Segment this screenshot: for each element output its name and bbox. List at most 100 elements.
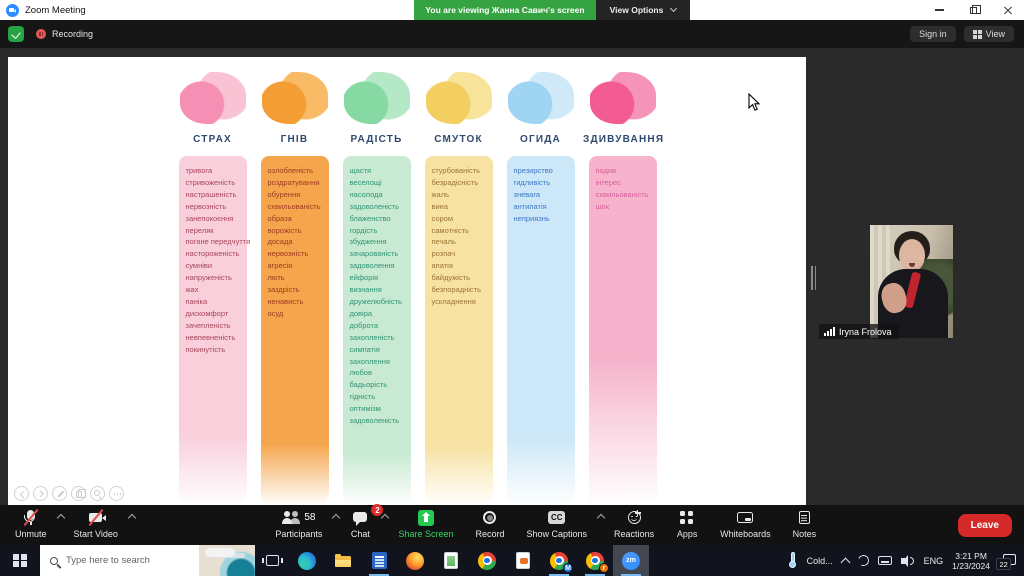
view-label: View <box>986 29 1005 39</box>
weather-label[interactable]: Cold... <box>807 556 833 566</box>
taskbar-chrome[interactable] <box>469 545 505 576</box>
start-video-button[interactable]: Start Video <box>63 505 134 545</box>
share-screen-icon <box>415 509 437 526</box>
whiteboards-button[interactable]: Whiteboards <box>709 505 782 545</box>
task-view-button[interactable] <box>255 545 289 576</box>
emotion-word: подив <box>596 165 657 177</box>
emotion-word: щастя <box>350 165 411 177</box>
leave-button[interactable]: Leave <box>958 514 1012 537</box>
language-indicator[interactable]: ENG <box>924 556 944 566</box>
show-captions-button[interactable]: CC Show Captions <box>516 505 604 545</box>
emotion-word: гидливість <box>514 177 575 189</box>
taskbar-chrome-profile-m[interactable]: M <box>541 545 577 576</box>
emotion-word: ненависть <box>268 296 329 308</box>
emotion-word: дружелюбність <box>350 296 411 308</box>
emotion-word: роздратування <box>268 177 329 189</box>
record-button[interactable]: Record <box>464 505 515 545</box>
taskbar-impress[interactable] <box>505 545 541 576</box>
emotion-word: неприязнь <box>514 213 575 225</box>
presentation-icon <box>516 552 530 569</box>
emotion-word: веселощі <box>350 177 411 189</box>
emotion-word-list: озлобленістьроздратуванняобуреннясхвильо… <box>261 156 329 506</box>
chevron-down-icon <box>670 5 677 12</box>
recording-indicator-icon[interactable] <box>36 29 46 39</box>
window-title: Zoom Meeting <box>25 5 86 16</box>
search-icon <box>50 557 58 565</box>
zoom-window: Zoom Meeting You are viewing Жанна Савич… <box>0 0 1024 576</box>
screen-share-banner: You are viewing Жанна Савич's screen <box>414 0 596 20</box>
chat-icon <box>349 509 371 526</box>
main-area: СТРАХтривогастривоженістьнастрашеністьне… <box>0 48 1024 505</box>
previous-button[interactable] <box>14 486 29 501</box>
taskbar-chrome-profile-r[interactable]: r <box>577 545 613 576</box>
emotion-word: нервозність <box>268 248 329 260</box>
apps-grid-icon <box>676 509 698 526</box>
close-icon <box>1003 6 1012 15</box>
reactions-button[interactable]: Reactions <box>603 505 665 545</box>
start-button[interactable] <box>0 545 40 576</box>
taskbar-file-explorer[interactable] <box>325 545 361 576</box>
emotion-word: напруженість <box>186 272 247 284</box>
date-value: 1/23/2024 <box>952 561 990 571</box>
emotion-word: лють <box>268 272 329 284</box>
audio-signal-icon <box>824 327 835 336</box>
taskbar-search[interactable] <box>40 545 255 576</box>
participant-name-label: Iryna Frolova <box>819 324 899 339</box>
search-input[interactable] <box>66 555 166 566</box>
notification-count-badge: 22 <box>996 558 1011 570</box>
emotion-word: дискомфорт <box>186 308 247 320</box>
unmute-button[interactable]: Unmute <box>4 505 63 545</box>
view-button[interactable]: View <box>964 26 1014 42</box>
keyboard-icon[interactable] <box>878 556 892 565</box>
windows-taskbar: M r zm Cold... ENG 3:21 PM 1/23/2024 <box>0 545 1024 576</box>
apps-button[interactable]: Apps <box>665 505 709 545</box>
windows-logo-icon <box>13 554 27 568</box>
emotion-column: РАДІСТЬщастявеселощінасолодазадоволеніст… <box>337 72 416 506</box>
notes-button[interactable]: Notes <box>782 505 828 545</box>
encryption-shield-icon[interactable] <box>8 26 24 42</box>
emotion-title: СМУТОК <box>419 134 498 148</box>
grid-view-icon <box>973 30 982 39</box>
tray-expand-chevron[interactable] <box>840 557 850 567</box>
speaker-icon[interactable] <box>901 555 915 567</box>
emotion-word: вина <box>432 201 493 213</box>
action-center-button[interactable]: 22 <box>999 553 1016 568</box>
sign-in-button[interactable]: Sign in <box>910 26 956 42</box>
copy-slides-button[interactable] <box>71 486 86 501</box>
share-screen-button[interactable]: Share Screen <box>387 505 464 545</box>
participants-count: 58 <box>304 512 315 523</box>
participants-button[interactable]: 58 Participants <box>264 505 338 545</box>
video-options-chevron[interactable] <box>128 514 136 522</box>
taskbar-firefox[interactable] <box>397 545 433 576</box>
taskbar-word[interactable] <box>361 545 397 576</box>
emotion-word: любов <box>350 367 411 379</box>
panel-resize-handle[interactable] <box>811 266 816 290</box>
close-button[interactable] <box>990 0 1024 20</box>
zoom-view-button[interactable] <box>90 486 105 501</box>
emotion-word-list: щастявеселощінасолодазадоволеністьблажен… <box>343 156 411 506</box>
chat-button[interactable]: 2 Chat <box>338 505 387 545</box>
tablet-mode-icon[interactable] <box>856 553 870 567</box>
emotion-column: СТРАХтривогастривоженістьнастрашеністьне… <box>173 72 252 506</box>
draw-button[interactable] <box>52 486 67 501</box>
participant-video[interactable] <box>870 225 953 338</box>
restore-button[interactable] <box>956 0 990 20</box>
taskbar-edge[interactable] <box>289 545 325 576</box>
reactions-smiley-icon <box>623 509 645 526</box>
clock[interactable]: 3:21 PM 1/23/2024 <box>952 551 990 571</box>
minimize-button[interactable] <box>922 0 956 20</box>
view-options-button[interactable]: View Options <box>596 0 690 20</box>
next-button[interactable] <box>33 486 48 501</box>
taskbar-zoom[interactable]: zm <box>613 545 649 576</box>
emotion-word: довіра <box>350 308 411 320</box>
emotion-word: визнання <box>350 284 411 296</box>
emotion-word: інтерес <box>596 177 657 189</box>
more-button[interactable] <box>109 486 124 501</box>
emotion-swatch <box>262 72 328 124</box>
recording-label: Recording <box>52 29 93 39</box>
taskbar-calc[interactable] <box>433 545 469 576</box>
emotion-word: заздрість <box>268 284 329 296</box>
emotion-word: зачепленість <box>186 320 247 332</box>
weather-thermometer-icon[interactable] <box>788 552 798 569</box>
emotion-swatch <box>426 72 492 124</box>
